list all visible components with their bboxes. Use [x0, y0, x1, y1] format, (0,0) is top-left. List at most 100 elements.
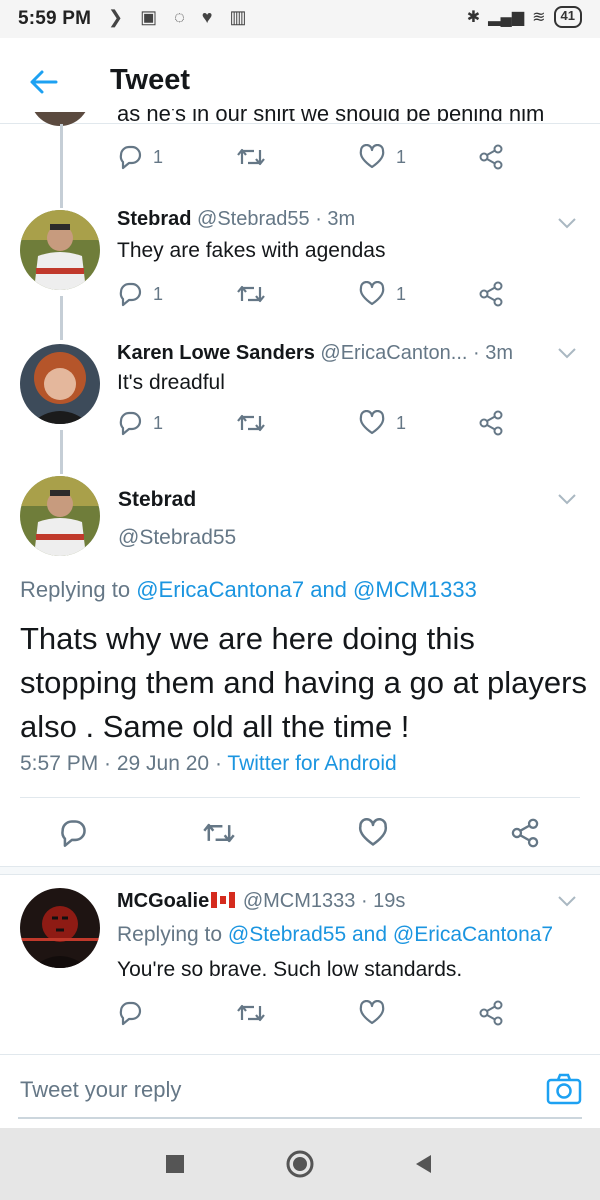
mention-link[interactable]: @EricaCantona7: [136, 577, 304, 602]
replying-label: Replying to: [117, 923, 223, 946]
reply-icon: [119, 411, 142, 436]
username[interactable]: @EricaCanton...: [320, 342, 467, 364]
status-bar: 5:59 PM ❯ ▣ ◌ ♥ ▥ ✱ ▂▄▆ ≋ 41: [0, 0, 600, 38]
recents-button[interactable]: [166, 1155, 184, 1173]
retweet-button[interactable]: [236, 1000, 266, 1026]
retweet-button[interactable]: [202, 818, 236, 848]
system-icons: ✱ ▂▄▆ ≋ 41: [467, 6, 582, 28]
share-icon: [511, 818, 539, 848]
tweet[interactable]: Karen Lowe Sanders @EricaCanton... · 3m …: [0, 340, 600, 450]
reply-button[interactable]: [117, 1000, 143, 1026]
tweet-time: · 19s: [360, 890, 406, 912]
main-tweet-actions: [0, 818, 600, 854]
wifi-icon: ≋: [532, 9, 546, 26]
like-button[interactable]: 1: [358, 281, 406, 307]
reply-count: 1: [153, 283, 164, 304]
back-nav-button[interactable]: [413, 1153, 433, 1175]
status-time: 5:59 PM: [18, 8, 92, 29]
reply-icon: [119, 145, 142, 170]
tweet-time: · 3m: [315, 208, 356, 230]
avatar[interactable]: [20, 210, 100, 290]
tweet-actions: 1 1: [0, 144, 600, 180]
like-button[interactable]: [357, 818, 389, 848]
tweet-source[interactable]: Twitter for Android: [227, 752, 396, 775]
display-name[interactable]: Karen Lowe Sanders: [117, 342, 315, 364]
section-divider: [0, 866, 600, 875]
tweet[interactable]: Stebrad @Stebrad55 · 3m They are fakes w…: [0, 206, 600, 316]
camera-icon[interactable]: [546, 1073, 582, 1105]
reply-count: 1: [153, 146, 164, 167]
chevron-down-icon[interactable]: [556, 346, 578, 360]
heart-icon: [359, 410, 385, 435]
back-arrow-icon[interactable]: [26, 64, 62, 100]
username[interactable]: @Stebrad55: [197, 208, 310, 230]
reply-button[interactable]: 1: [117, 410, 163, 436]
retweet-button[interactable]: [236, 144, 266, 170]
tweet-actions: [0, 1000, 600, 1036]
display-name[interactable]: Stebrad: [117, 208, 191, 230]
like-count: 1: [396, 283, 407, 304]
heart-icon: [359, 1000, 385, 1025]
and-label: and: [351, 923, 388, 946]
reply-button[interactable]: [58, 818, 88, 848]
avatar[interactable]: [20, 476, 100, 556]
avatar[interactable]: [20, 888, 100, 968]
display-name[interactable]: Stebrad: [118, 488, 196, 512]
username[interactable]: @Stebrad55: [118, 526, 236, 550]
share-button[interactable]: [478, 144, 504, 170]
share-button[interactable]: [510, 818, 540, 848]
like-count: 1: [396, 412, 407, 433]
heart-icon: [359, 144, 385, 169]
replying-to: Replying to @EricaCantona7 and @MCM1333: [20, 577, 477, 603]
tweet-meta: 5:57 PM · 29 Jun 20 · Twitter for Androi…: [20, 752, 397, 776]
retweet-button[interactable]: [236, 410, 266, 436]
reply-button[interactable]: 1: [117, 281, 163, 307]
retweet-icon: [203, 823, 235, 843]
tweet-actions: 1 1: [0, 410, 600, 446]
tweet-text: Thats why we are here doing this stoppin…: [20, 621, 587, 744]
tweet-timestamp: 5:57 PM · 29 Jun 20 ·: [20, 752, 222, 775]
reply-bar: Tweet your reply: [0, 1054, 600, 1126]
chevron-down-icon[interactable]: [556, 894, 578, 908]
tweet-time: · 3m: [473, 342, 513, 364]
separator: [20, 797, 580, 798]
and-label: and: [310, 577, 347, 602]
share-icon: [479, 410, 503, 436]
reply-icon: [119, 1001, 142, 1026]
chevron-down-icon[interactable]: [556, 216, 578, 230]
mention-link[interactable]: @Stebrad55: [228, 923, 346, 946]
signal-icon: ▂▄▆: [488, 9, 525, 26]
username[interactable]: @MCM1333: [243, 890, 356, 912]
clipped-tweet-text: as he's in our shirt we should be behind…: [117, 109, 545, 125]
replying-to: Replying to @Stebrad55 and @EricaCantona…: [117, 923, 553, 947]
reply-button[interactable]: 1: [117, 144, 163, 170]
share-button[interactable]: [478, 410, 504, 436]
reply-count: 1: [153, 412, 164, 433]
chevron-down-icon[interactable]: [556, 492, 578, 506]
reply-input[interactable]: Tweet your reply: [20, 1077, 181, 1103]
tweet-header: MCGoalie @MCM1333 · 19s: [117, 890, 405, 913]
share-icon: [479, 144, 503, 170]
mention-link[interactable]: @MCM1333: [353, 577, 477, 602]
display-name[interactable]: MCGoalie: [117, 890, 209, 912]
android-nav-bar: [0, 1128, 600, 1200]
heart-icon: [358, 818, 388, 846]
like-count: 1: [396, 146, 407, 167]
share-button[interactable]: [478, 1000, 504, 1026]
mention-link[interactable]: @EricaCantona7: [393, 923, 553, 946]
retweet-button[interactable]: [236, 281, 266, 307]
notification-icons: ❯ ▣ ◌ ♥ ▥: [108, 7, 253, 27]
share-button[interactable]: [478, 281, 504, 307]
like-button[interactable]: [358, 1000, 386, 1026]
like-button[interactable]: 1: [358, 410, 406, 436]
home-button[interactable]: [285, 1149, 315, 1179]
tweet-text: You're so brave. Such low standards.: [117, 958, 463, 981]
share-icon: [479, 281, 503, 307]
tweet[interactable]: MCGoalie @MCM1333 · 19s Replying to @Ste…: [0, 880, 600, 1040]
tweet-header: Karen Lowe Sanders @EricaCanton... · 3m: [117, 342, 513, 365]
tweet-text: It's dreadful: [117, 371, 225, 394]
replying-label: Replying to: [20, 577, 131, 602]
like-button[interactable]: 1: [358, 144, 406, 170]
tweet-header: Stebrad @Stebrad55 · 3m: [117, 208, 355, 231]
page-title: Tweet: [110, 64, 191, 96]
